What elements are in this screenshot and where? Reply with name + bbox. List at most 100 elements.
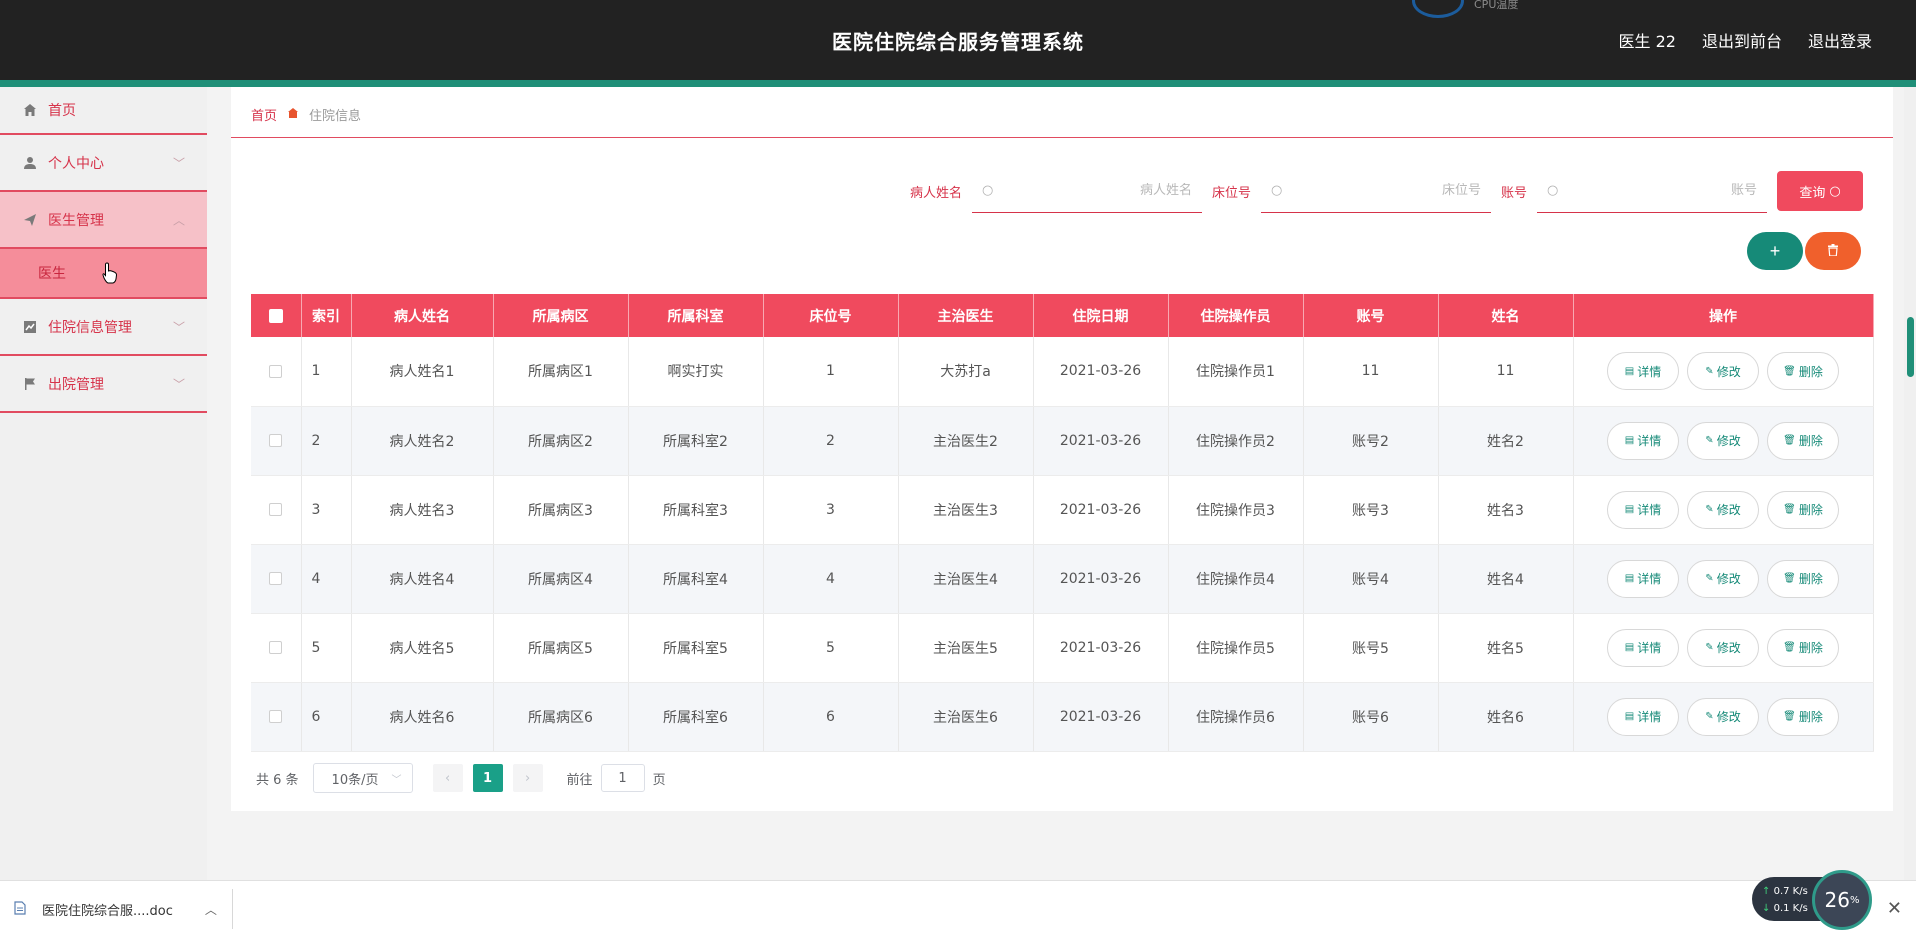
edit-button[interactable]: ✎ 修改	[1687, 559, 1759, 598]
download-item[interactable]: 医院住院综合服....doc ︿	[14, 900, 217, 919]
add-button[interactable]: +	[1747, 232, 1803, 270]
edit-button-label: 修改	[1716, 364, 1741, 379]
edit-button[interactable]: ✎ 修改	[1687, 490, 1759, 529]
detail-button-label: 详情	[1637, 364, 1662, 379]
batch-delete-button[interactable]	[1805, 232, 1861, 270]
download-file-name: 医院住院综合服....doc	[42, 904, 173, 919]
flag-icon	[22, 376, 38, 392]
arrow-up-icon: ↑	[1762, 886, 1771, 897]
scrollbar-thumb[interactable]	[1907, 317, 1914, 377]
breadcrumb-home[interactable]: 首页	[251, 105, 277, 124]
row-checkbox[interactable]	[269, 710, 283, 723]
chevron-up-icon[interactable]: ︿	[205, 901, 217, 918]
page-size-select[interactable]: 10条/页 ﹀	[312, 763, 413, 793]
row-select-cell[interactable]	[251, 475, 302, 545]
row-checkbox[interactable]	[269, 641, 283, 654]
row-select-cell[interactable]	[251, 544, 302, 614]
trash-icon: 🗑	[1783, 573, 1796, 584]
table-cell: 病人姓名2	[351, 406, 494, 476]
table-cell: 所属科室2	[628, 406, 764, 476]
detail-button[interactable]: ▤ 详情	[1607, 628, 1679, 667]
sidebar-item-doctor-management[interactable]: 医生管理 ︿	[0, 192, 207, 249]
detail-button[interactable]: ▤ 详情	[1607, 697, 1679, 736]
delete-button[interactable]: 🗑 删除	[1767, 421, 1839, 460]
table-cell: 所属科室5	[628, 613, 764, 683]
chevron-down-icon: ﹀	[391, 774, 402, 786]
column-header: 姓名	[1438, 294, 1574, 337]
close-icon[interactable]: ✕	[1887, 898, 1902, 919]
document-icon: ▤	[1624, 642, 1635, 653]
select-all-cell[interactable]	[251, 294, 302, 337]
logout-link[interactable]: 退出登录	[1808, 28, 1872, 52]
sidebar-item-personal-center[interactable]: 个人中心 ﹀	[0, 135, 207, 192]
table-cell: 病人姓名3	[351, 475, 494, 545]
detail-button[interactable]: ▤ 详情	[1607, 490, 1679, 529]
row-checkbox[interactable]	[269, 364, 283, 378]
table-cell: 11	[1438, 337, 1574, 407]
pencil-icon: ✎	[1705, 365, 1714, 377]
goto-label: 前往	[566, 772, 593, 788]
table-cell: 住院操作员5	[1168, 613, 1304, 683]
total-count: 共 6 条	[256, 772, 299, 788]
delete-button[interactable]: 🗑 删除	[1767, 352, 1839, 391]
chevron-down-icon: ﹀	[172, 156, 185, 170]
table-row: 1 病人姓名1 所属病区1 啊实打实 1 大苏打a 2021-03-26 住院操作员1 11 11…	[251, 337, 1874, 407]
bed-number-input[interactable]	[1288, 183, 1481, 198]
edit-button[interactable]: ✎ 修改	[1687, 421, 1759, 460]
row-select-cell[interactable]	[251, 337, 302, 407]
edit-button[interactable]: ✎ 修改	[1687, 697, 1759, 736]
table-cell: 大苏打a	[898, 337, 1034, 407]
pencil-icon: ✎	[1705, 435, 1714, 446]
delete-button[interactable]: 🗑 删除	[1767, 490, 1839, 529]
table-cell: 主治医生4	[898, 544, 1034, 614]
edit-button-label: 修改	[1716, 503, 1741, 517]
table-cell: 3	[301, 475, 352, 545]
goto-page-input[interactable]	[600, 764, 645, 792]
edit-button[interactable]: ✎ 修改	[1687, 628, 1759, 667]
table-cell: 2021-03-26	[1033, 475, 1169, 545]
table-cell: 住院操作员2	[1168, 406, 1304, 476]
row-checkbox[interactable]	[269, 572, 283, 585]
row-select-cell[interactable]	[251, 682, 302, 752]
search-icon: ○	[1270, 183, 1283, 198]
detail-button[interactable]: ▤ 详情	[1607, 559, 1679, 598]
pencil-icon: ✎	[1705, 573, 1714, 584]
page-number-1[interactable]: 1	[472, 764, 503, 792]
row-actions-cell: ▤ 详情 ✎ 修改 🗑 删除	[1573, 682, 1874, 752]
row-select-cell[interactable]	[251, 613, 302, 683]
query-button[interactable]: 查询 ○	[1777, 171, 1863, 211]
delete-button[interactable]: 🗑 删除	[1767, 559, 1839, 598]
sidebar-item-label: 个人中心	[48, 155, 104, 172]
table-cell: 姓名6	[1438, 682, 1574, 752]
detail-button[interactable]: ▤ 详情	[1607, 352, 1679, 391]
row-select-cell[interactable]	[251, 406, 302, 476]
detail-button-label: 详情	[1637, 434, 1662, 448]
exit-to-front-link[interactable]: 退出到前台	[1702, 28, 1782, 52]
arrow-down-icon: ↓	[1762, 903, 1771, 914]
sidebar-item-discharge[interactable]: 出院管理 ﹀	[0, 356, 207, 413]
select-all-checkbox[interactable]	[268, 308, 283, 323]
account-field: ○	[1537, 169, 1767, 213]
table-cell: 姓名3	[1438, 475, 1574, 545]
edit-button[interactable]: ✎ 修改	[1687, 352, 1759, 391]
detail-button[interactable]: ▤ 详情	[1607, 421, 1679, 460]
chevron-down-icon: ﹀	[172, 320, 185, 334]
account-input[interactable]	[1564, 183, 1757, 198]
prev-page-button[interactable]: ‹	[432, 764, 463, 792]
row-checkbox[interactable]	[269, 434, 283, 447]
sidebar-item-home[interactable]: 首页	[0, 87, 207, 135]
column-header: 索引	[301, 294, 352, 337]
cpu-usage-ring[interactable]: 26%	[1812, 870, 1872, 930]
delete-button[interactable]: 🗑 删除	[1767, 628, 1839, 667]
edit-button-label: 修改	[1716, 641, 1741, 655]
delete-button[interactable]: 🗑 删除	[1767, 697, 1839, 736]
patient-name-input[interactable]	[999, 183, 1192, 198]
next-page-button[interactable]: ›	[512, 764, 543, 792]
sidebar-item-inpatient-info[interactable]: 住院信息管理 ﹀	[0, 299, 207, 356]
column-header: 住院日期	[1033, 294, 1169, 337]
page-scrollbar[interactable]	[1904, 87, 1916, 880]
delete-button-label: 删除	[1798, 572, 1823, 586]
row-checkbox[interactable]	[269, 503, 283, 516]
delete-button-label: 删除	[1798, 641, 1823, 655]
table-cell: 4	[301, 544, 352, 614]
